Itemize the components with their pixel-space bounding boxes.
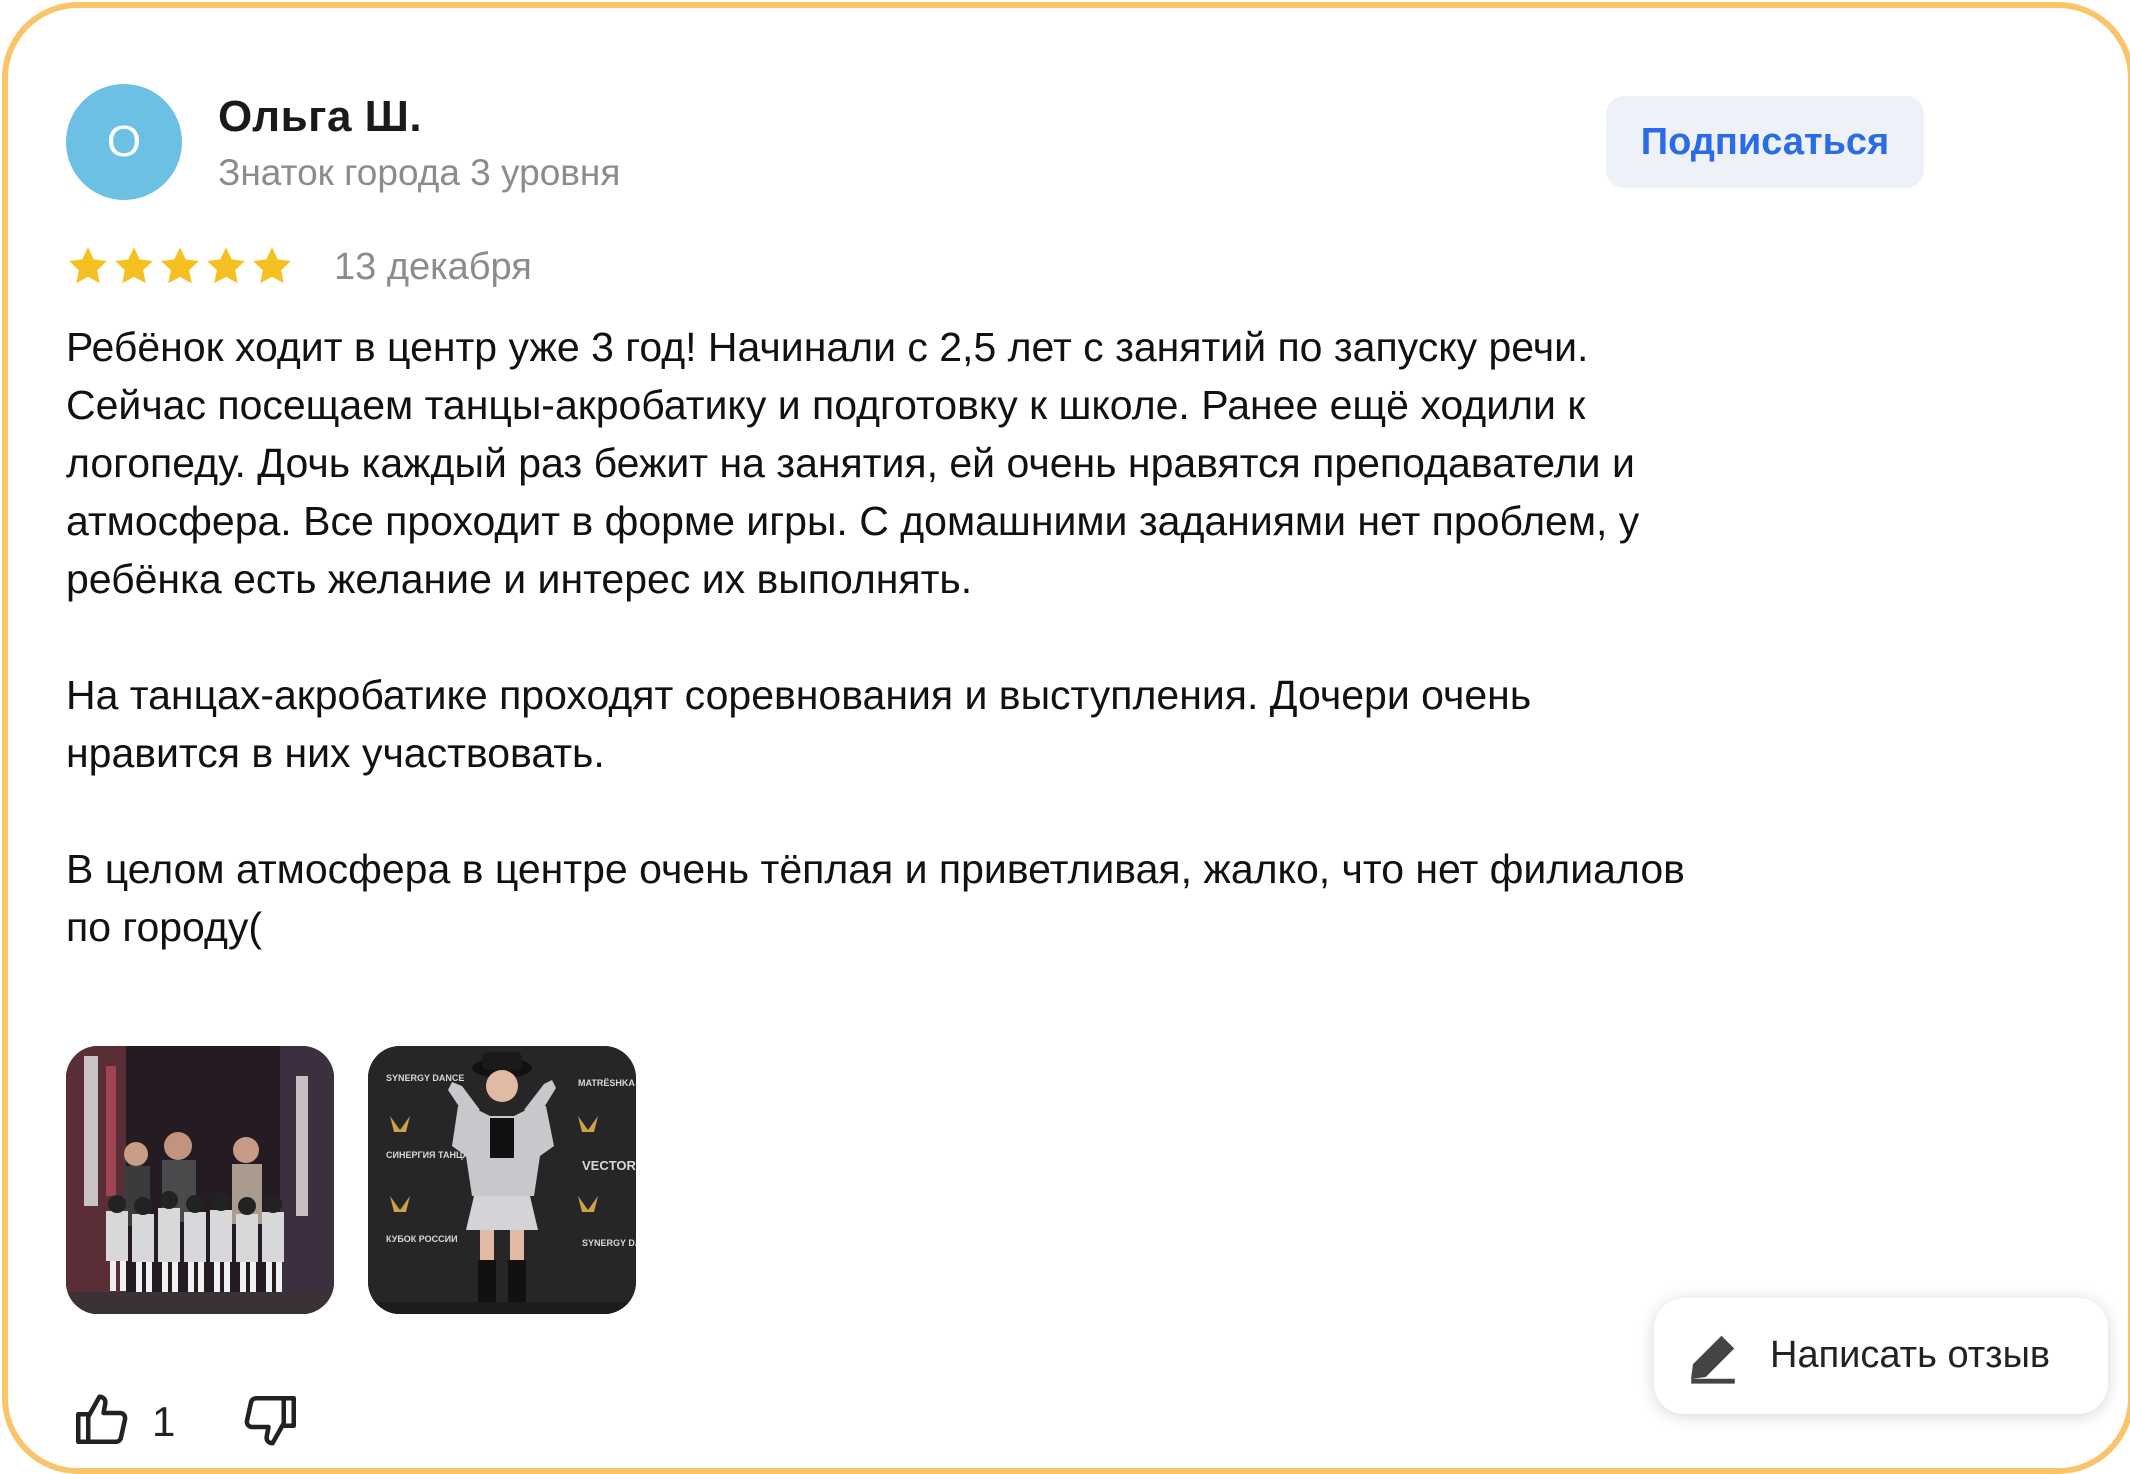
backdrop-text: VECTOR bbox=[582, 1158, 636, 1173]
write-review-button[interactable]: Написать отзыв bbox=[1654, 1298, 2108, 1414]
author-name[interactable]: Ольга Ш. bbox=[218, 92, 422, 142]
review-text: Ребёнок ходит в центр уже 3 год! Начинал… bbox=[66, 318, 1966, 1014]
backdrop-text: SYNERGY DANCE bbox=[582, 1238, 636, 1248]
girl-photo-illustration: SYNERGY DANCE СИНЕРГИЯ ТАНЦА КУБОК РОССИ… bbox=[368, 1046, 636, 1314]
avatar[interactable]: О bbox=[66, 84, 182, 200]
review-photo-girl[interactable]: SYNERGY DANCE СИНЕРГИЯ ТАНЦА КУБОК РОССИ… bbox=[368, 1046, 636, 1314]
review-paragraph: Ребёнок ходит в центр уже 3 год! Начинал… bbox=[66, 318, 1966, 608]
backdrop-text: SYNERGY DANCE bbox=[386, 1073, 464, 1083]
rating-stars bbox=[66, 244, 294, 288]
review-line: Ребёнок ходит в центр уже 3 год! Начинал… bbox=[66, 324, 1589, 370]
backdrop-text: MATRËSHKA bbox=[578, 1078, 635, 1088]
review-line: логопеду. Дочь каждый раз бежит на занят… bbox=[66, 440, 1635, 486]
review-date: 13 декабря bbox=[334, 246, 532, 288]
star-icon bbox=[69, 247, 107, 284]
backdrop-text: СИНЕРГИЯ ТАНЦА bbox=[386, 1150, 470, 1160]
review-line: ребёнка есть желание и интерес их выполн… bbox=[66, 556, 973, 602]
review-photo-group[interactable] bbox=[66, 1046, 334, 1314]
write-review-label: Написать отзыв bbox=[1770, 1334, 2051, 1376]
review-line: атмосфера. Все проходит в форме игры. С … bbox=[66, 498, 1640, 544]
star-icon bbox=[115, 247, 153, 284]
pencil-icon bbox=[1691, 1335, 1735, 1384]
review-paragraph: В целом атмосфера в центре очень тёплая … bbox=[66, 840, 1966, 956]
review-line: Сейчас посещаем танцы-акробатику и подго… bbox=[66, 382, 1586, 428]
like-button[interactable] bbox=[72, 1388, 132, 1448]
avatar-letter: О bbox=[106, 117, 142, 166]
review-line: нравится в них участвовать. bbox=[66, 730, 605, 776]
star-icon bbox=[207, 247, 245, 284]
review-paragraph: На танцах-акробатике проходят соревнован… bbox=[66, 666, 1966, 782]
review-photos: SYNERGY DANCE СИНЕРГИЯ ТАНЦА КУБОК РОССИ… bbox=[66, 1046, 636, 1314]
subscribe-button[interactable]: Подписаться bbox=[1606, 96, 1924, 188]
author-level: Знаток города 3 уровня bbox=[218, 152, 621, 193]
backdrop-text: КУБОК РОССИИ bbox=[386, 1234, 458, 1244]
star-icon bbox=[253, 247, 291, 284]
dislike-button[interactable] bbox=[240, 1392, 300, 1457]
review-line: На танцах-акробатике проходят соревнован… bbox=[66, 672, 1532, 718]
group-photo-illustration bbox=[66, 1046, 334, 1314]
thumbs-down-icon bbox=[244, 1396, 296, 1446]
review-line: по городу( bbox=[66, 904, 263, 950]
thumbs-up-icon bbox=[76, 1394, 128, 1444]
review-line: В целом атмосфера в центре очень тёплая … bbox=[66, 846, 1685, 892]
star-icon bbox=[161, 247, 199, 284]
like-count: 1 bbox=[152, 1398, 176, 1445]
